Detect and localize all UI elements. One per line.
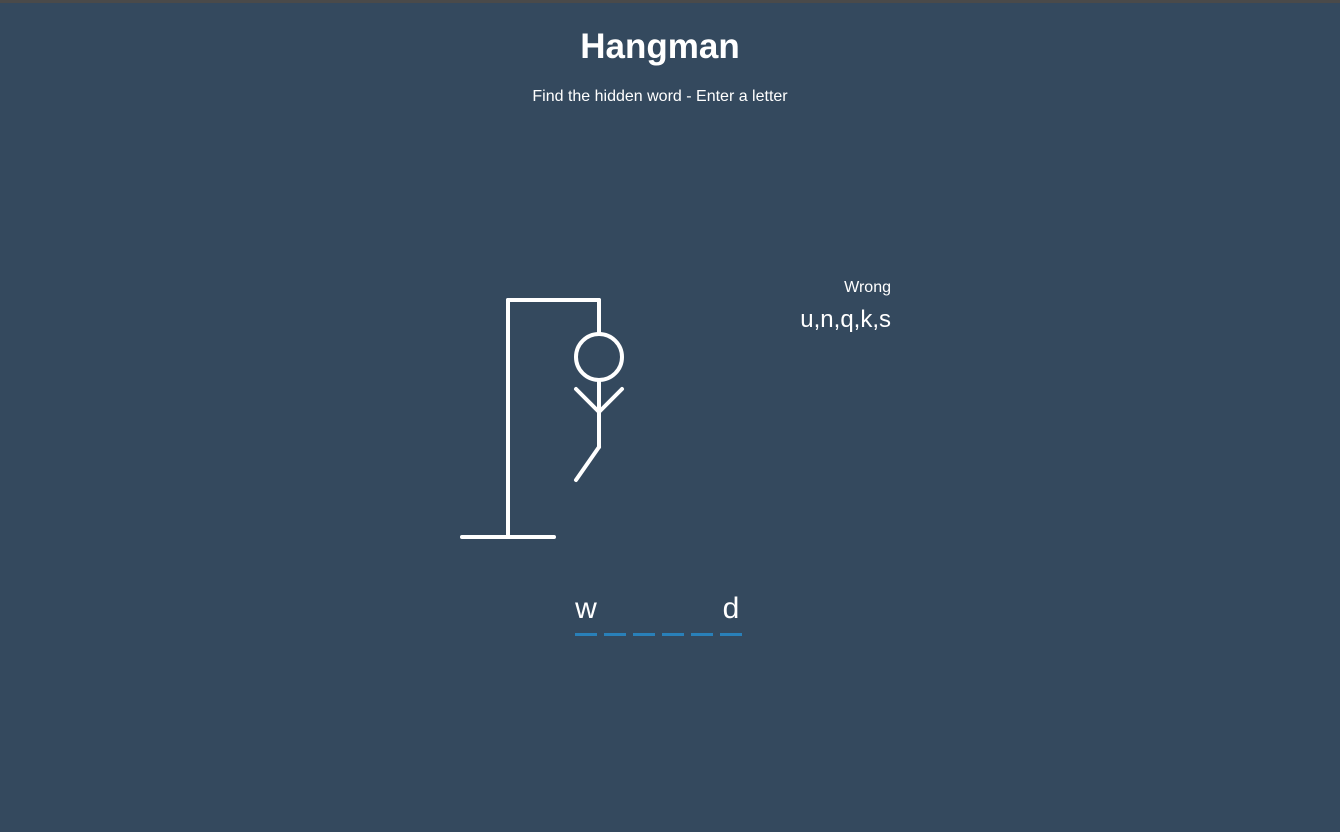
letter-slot: w (575, 591, 597, 636)
hangman-figure (460, 298, 624, 539)
figure-left-arm (574, 387, 601, 414)
letter-slot (604, 591, 626, 636)
window-top-border (0, 0, 1340, 3)
wrong-letters-panel: Wrong u,n,q,k,s (800, 278, 891, 335)
figure-head (574, 332, 624, 382)
letter-slot (662, 591, 684, 636)
letter-slot (691, 591, 713, 636)
wrong-letters-list: u,n,q,k,s (800, 306, 891, 333)
letter-slot (633, 591, 655, 636)
wrong-label: Wrong (844, 279, 891, 296)
hidden-word: w d (575, 591, 742, 636)
figure-left-leg (574, 445, 601, 482)
figure-right-arm (597, 387, 624, 414)
letter-slot: d (720, 591, 742, 636)
page-subtitle: Find the hidden word - Enter a letter (532, 88, 788, 105)
page-title: Hangman (580, 27, 740, 66)
